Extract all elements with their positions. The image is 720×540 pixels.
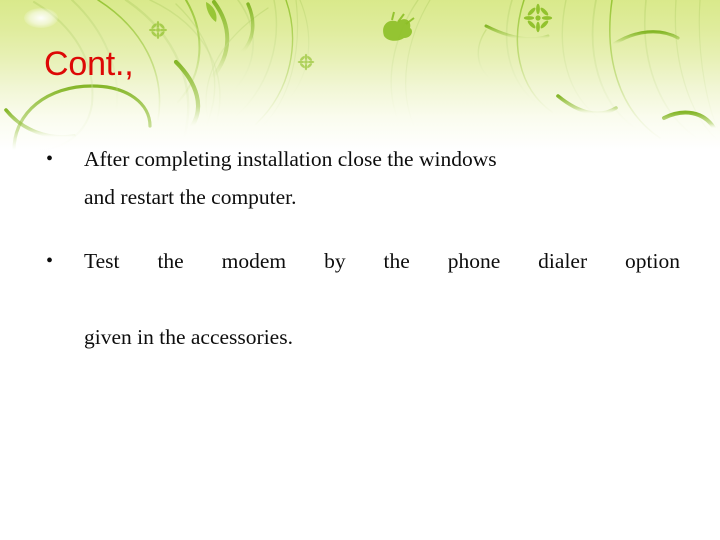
leaf-shapes	[383, 11, 415, 41]
slide-canvas: Cont., • After completing installation c…	[0, 0, 720, 540]
flower-right	[523, 3, 553, 33]
slide-body: • After completing installation close th…	[40, 140, 680, 382]
bullet-line: Test the modem by the phone dialer optio…	[84, 249, 680, 273]
bullet-line: and restart the computer.	[84, 185, 297, 209]
flower-center	[297, 53, 315, 71]
glow-ellipse	[24, 8, 58, 28]
bullet-marker-icon: •	[46, 250, 54, 272]
slide-title: Cont.,	[44, 45, 134, 83]
list-item: • After completing installation close th…	[40, 140, 680, 216]
bullet-line: given in the accessories.	[84, 325, 293, 349]
bullet-marker-icon: •	[46, 148, 54, 170]
list-item: • Test the modem by the phone dialer opt…	[40, 242, 680, 356]
bullet-text: After completing installation close the …	[84, 140, 680, 216]
bullet-line: After completing installation close the …	[84, 147, 497, 171]
bullet-text: Test the modem by the phone dialer optio…	[84, 242, 680, 356]
